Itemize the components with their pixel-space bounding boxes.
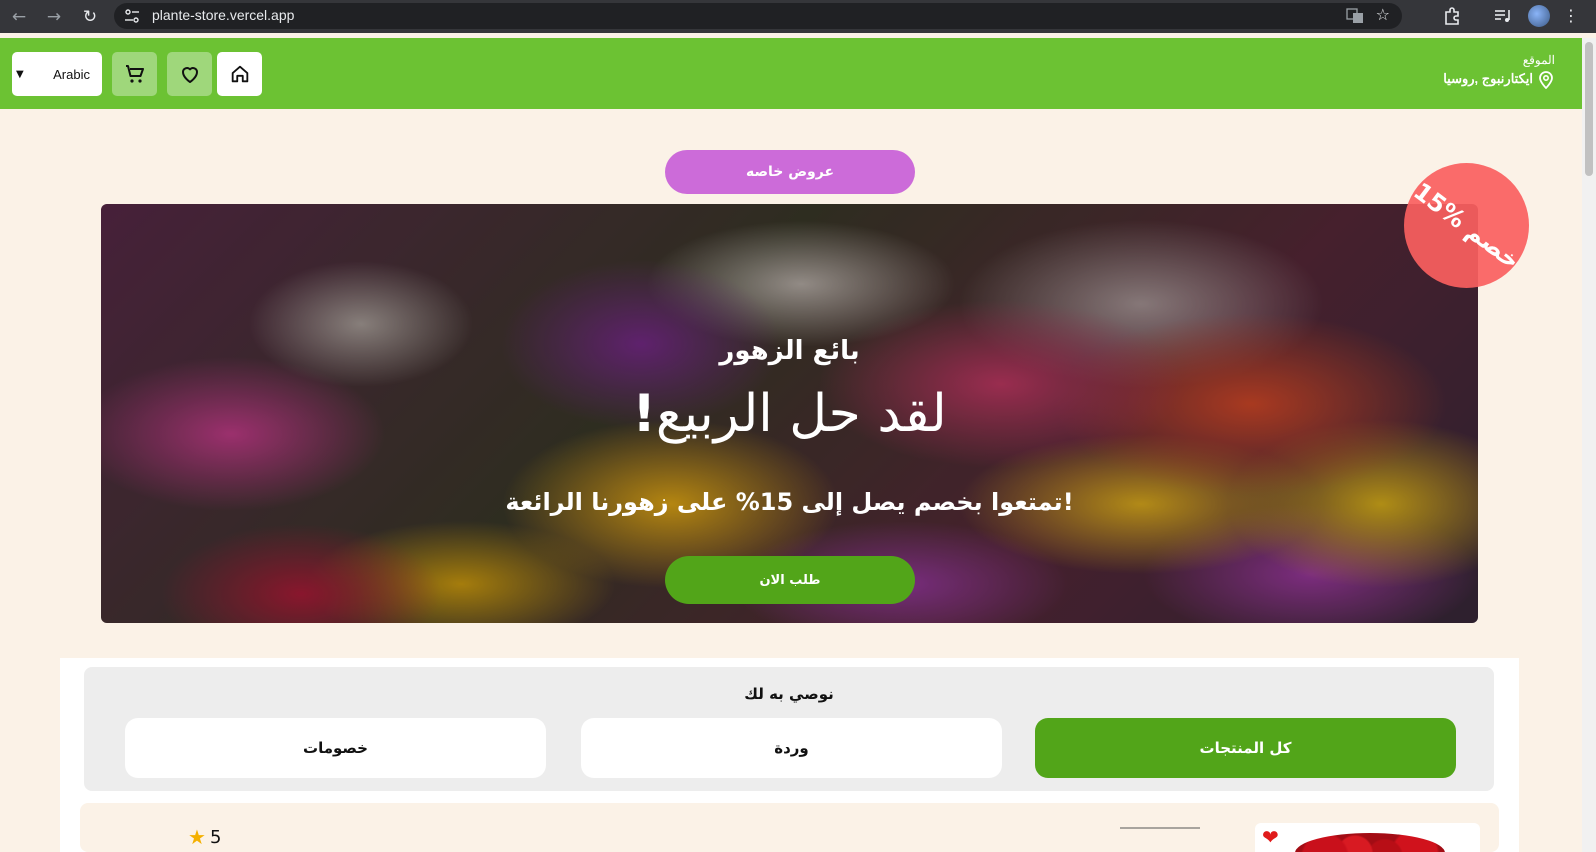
hero-subtitle: بائع الزهور (719, 336, 860, 366)
heart-icon (181, 67, 198, 83)
favorite-heart-icon[interactable]: ❤ (1262, 825, 1279, 849)
location-pin-icon (1539, 71, 1553, 89)
product-card[interactable]: ★ 5 ❤ (80, 803, 1499, 852)
scrollbar-thumb[interactable] (1585, 42, 1593, 176)
tab-discounts[interactable]: خصومات (125, 718, 546, 778)
favorites-button[interactable] (167, 52, 212, 96)
location-value: ايكتارنبوج ,روسيا (1443, 71, 1533, 86)
home-button[interactable] (217, 52, 262, 96)
media-icon[interactable] (1492, 6, 1512, 26)
star-icon: ★ (188, 825, 206, 849)
site-info-icon[interactable] (124, 8, 140, 24)
hero-title-text: لقد حل الربيع (655, 384, 947, 444)
rating-value: 5 (209, 826, 222, 848)
tab-all-products[interactable]: كل المنتجات (1035, 718, 1456, 778)
language-value: Arabic (53, 66, 90, 82)
recommendations-title: نوصي به لك (744, 685, 834, 703)
home-icon (231, 65, 248, 83)
product-image[interactable] (1255, 823, 1480, 852)
site-header: ▼ Arabic الموقع ايكتارنبوج ,روسيا (0, 38, 1582, 109)
translate-icon[interactable] (1346, 8, 1364, 24)
discount-badge: 15% خصم (1404, 163, 1529, 288)
order-now-button[interactable]: طلب الان (665, 556, 915, 604)
discount-badge-text: 15% خصم (1407, 176, 1526, 275)
language-select[interactable]: ▼ Arabic (12, 52, 102, 96)
forward-icon[interactable]: → (43, 6, 65, 28)
tab-roses[interactable]: وردة (581, 718, 1002, 778)
page-scrollbar[interactable] (1582, 38, 1596, 852)
profile-icon[interactable] (1528, 5, 1550, 27)
url-text[interactable]: plante-store.vercel.app (152, 7, 294, 23)
product-price (1120, 827, 1200, 835)
chevron-down-icon: ▼ (16, 68, 24, 80)
browser-toolbar: ← → ↻ plante-store.vercel.app ☆ ⋮ (0, 0, 1596, 33)
hero-promo-text: تمتعوا بخصم يصل إلى 15% على زهورنا الرائ… (505, 488, 1074, 516)
extensions-icon[interactable] (1442, 6, 1462, 26)
hero-title: !لقد حل الربيع (101, 384, 1478, 444)
cart-icon (125, 65, 144, 83)
menu-icon[interactable]: ⋮ (1563, 6, 1579, 25)
location-info[interactable]: الموقع ايكتارنبوج ,روسيا (1443, 53, 1555, 89)
cart-button[interactable] (112, 52, 157, 96)
hero-title-mark: ! (632, 384, 656, 444)
back-icon[interactable]: ← (8, 6, 30, 28)
special-offers-button[interactable]: عروض خاصه (665, 150, 915, 194)
reload-icon[interactable]: ↻ (79, 6, 101, 28)
bookmark-star-icon[interactable]: ☆ (1376, 5, 1390, 24)
product-rating: ★ 5 (188, 825, 221, 849)
hero-banner: بائع الزهور !لقد حل الربيع تمتعوا بخصم ي… (101, 204, 1478, 623)
recommendations-panel: نوصي به لك كل المنتجات وردة خصومات (84, 667, 1494, 791)
product-roses-picture (1295, 833, 1445, 852)
location-label: الموقع (1522, 53, 1555, 67)
address-bar[interactable]: plante-store.vercel.app ☆ (114, 3, 1402, 29)
